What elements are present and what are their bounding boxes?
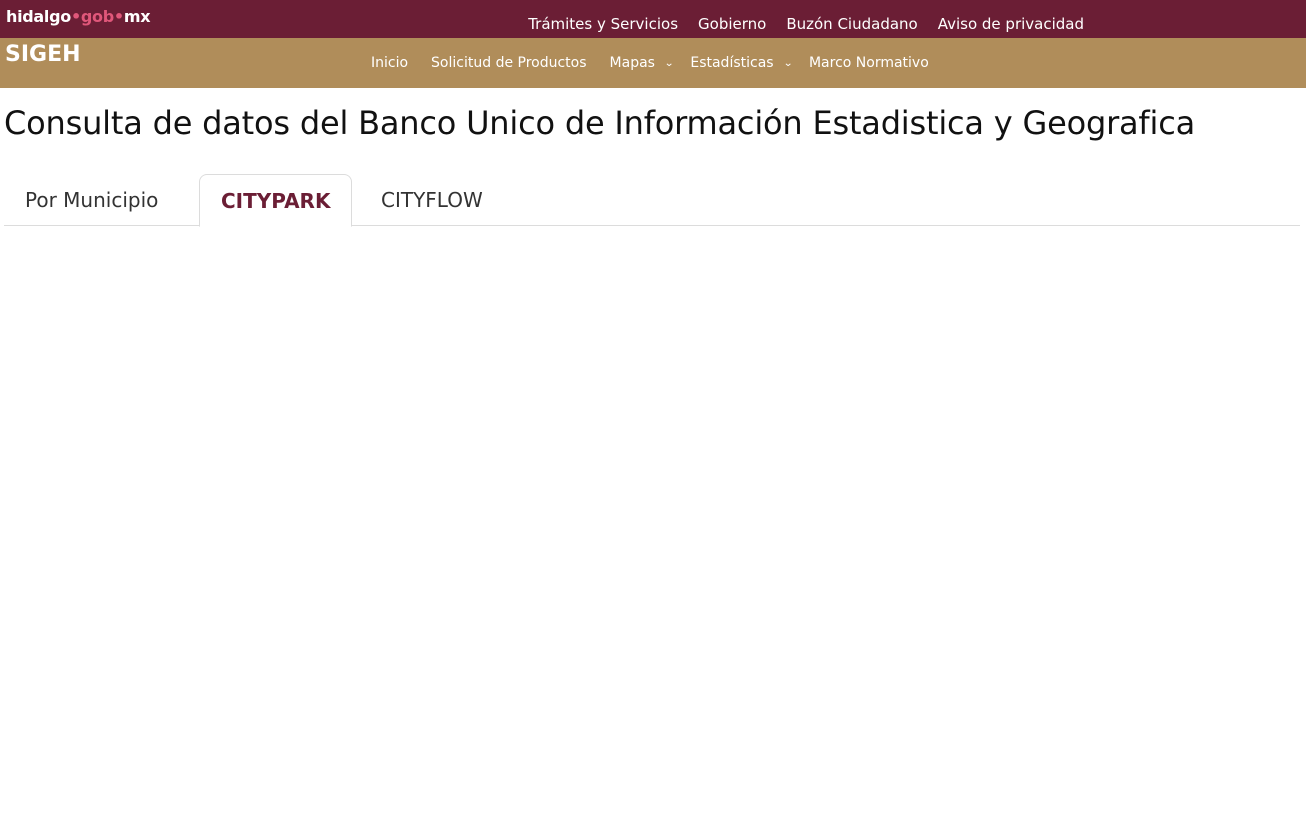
nav-item-marco-normativo[interactable]: Marco Normativo bbox=[809, 55, 929, 71]
main-nav: Inicio Solicitud de Productos Mapas ⌄ Es… bbox=[371, 38, 952, 88]
chevron-down-icon: ⌄ bbox=[664, 57, 675, 69]
tab-bar: Por Municipio CITYPARK CITYFLOW bbox=[4, 174, 1300, 227]
nav-item-label: Estadísticas bbox=[690, 55, 774, 71]
nav-item-mapas[interactable]: Mapas ⌄ bbox=[609, 55, 675, 71]
logo-separator: • bbox=[113, 7, 124, 26]
top-bar: hidalgo•gob•mx Trámites y Servicios Gobi… bbox=[0, 0, 1306, 38]
logo-separator: • bbox=[70, 7, 81, 26]
main-navbar: SIGEH Inicio Solicitud de Productos Mapa… bbox=[0, 38, 1306, 88]
nav-item-label: Solicitud de Productos bbox=[431, 55, 587, 71]
tab-content-panel bbox=[4, 226, 1300, 826]
link-aviso-privacidad[interactable]: Aviso de privacidad bbox=[938, 5, 1084, 33]
tab-citypark[interactable]: CITYPARK bbox=[199, 174, 353, 227]
nav-item-label: Mapas bbox=[609, 55, 655, 71]
page-title: Consulta de datos del Banco Unico de Inf… bbox=[4, 104, 1195, 142]
brand-sigeh[interactable]: SIGEH bbox=[5, 42, 81, 67]
link-buzon-ciudadano[interactable]: Buzón Ciudadano bbox=[786, 5, 917, 33]
chevron-down-icon: ⌄ bbox=[782, 57, 793, 69]
nav-item-solicitud-productos[interactable]: Solicitud de Productos bbox=[431, 55, 586, 71]
logo-part-mx: mx bbox=[123, 7, 151, 26]
link-tramites-servicios[interactable]: Trámites y Servicios bbox=[528, 5, 678, 33]
top-links: Trámites y Servicios Gobierno Buzón Ciud… bbox=[528, 0, 1084, 38]
link-gobierno[interactable]: Gobierno bbox=[698, 5, 766, 33]
tab-cityflow[interactable]: CITYFLOW bbox=[360, 174, 504, 226]
nav-item-estadisticas[interactable]: Estadísticas ⌄ bbox=[690, 55, 792, 71]
nav-item-label: Inicio bbox=[371, 55, 409, 71]
logo-part-gob: gob bbox=[80, 7, 114, 26]
tab-por-municipio[interactable]: Por Municipio bbox=[4, 174, 179, 226]
hidalgo-gob-mx-logo[interactable]: hidalgo•gob•mx bbox=[6, 7, 151, 26]
logo-part-hidalgo: hidalgo bbox=[6, 7, 71, 26]
nav-item-label: Marco Normativo bbox=[808, 55, 929, 71]
nav-item-inicio[interactable]: Inicio bbox=[371, 55, 408, 71]
